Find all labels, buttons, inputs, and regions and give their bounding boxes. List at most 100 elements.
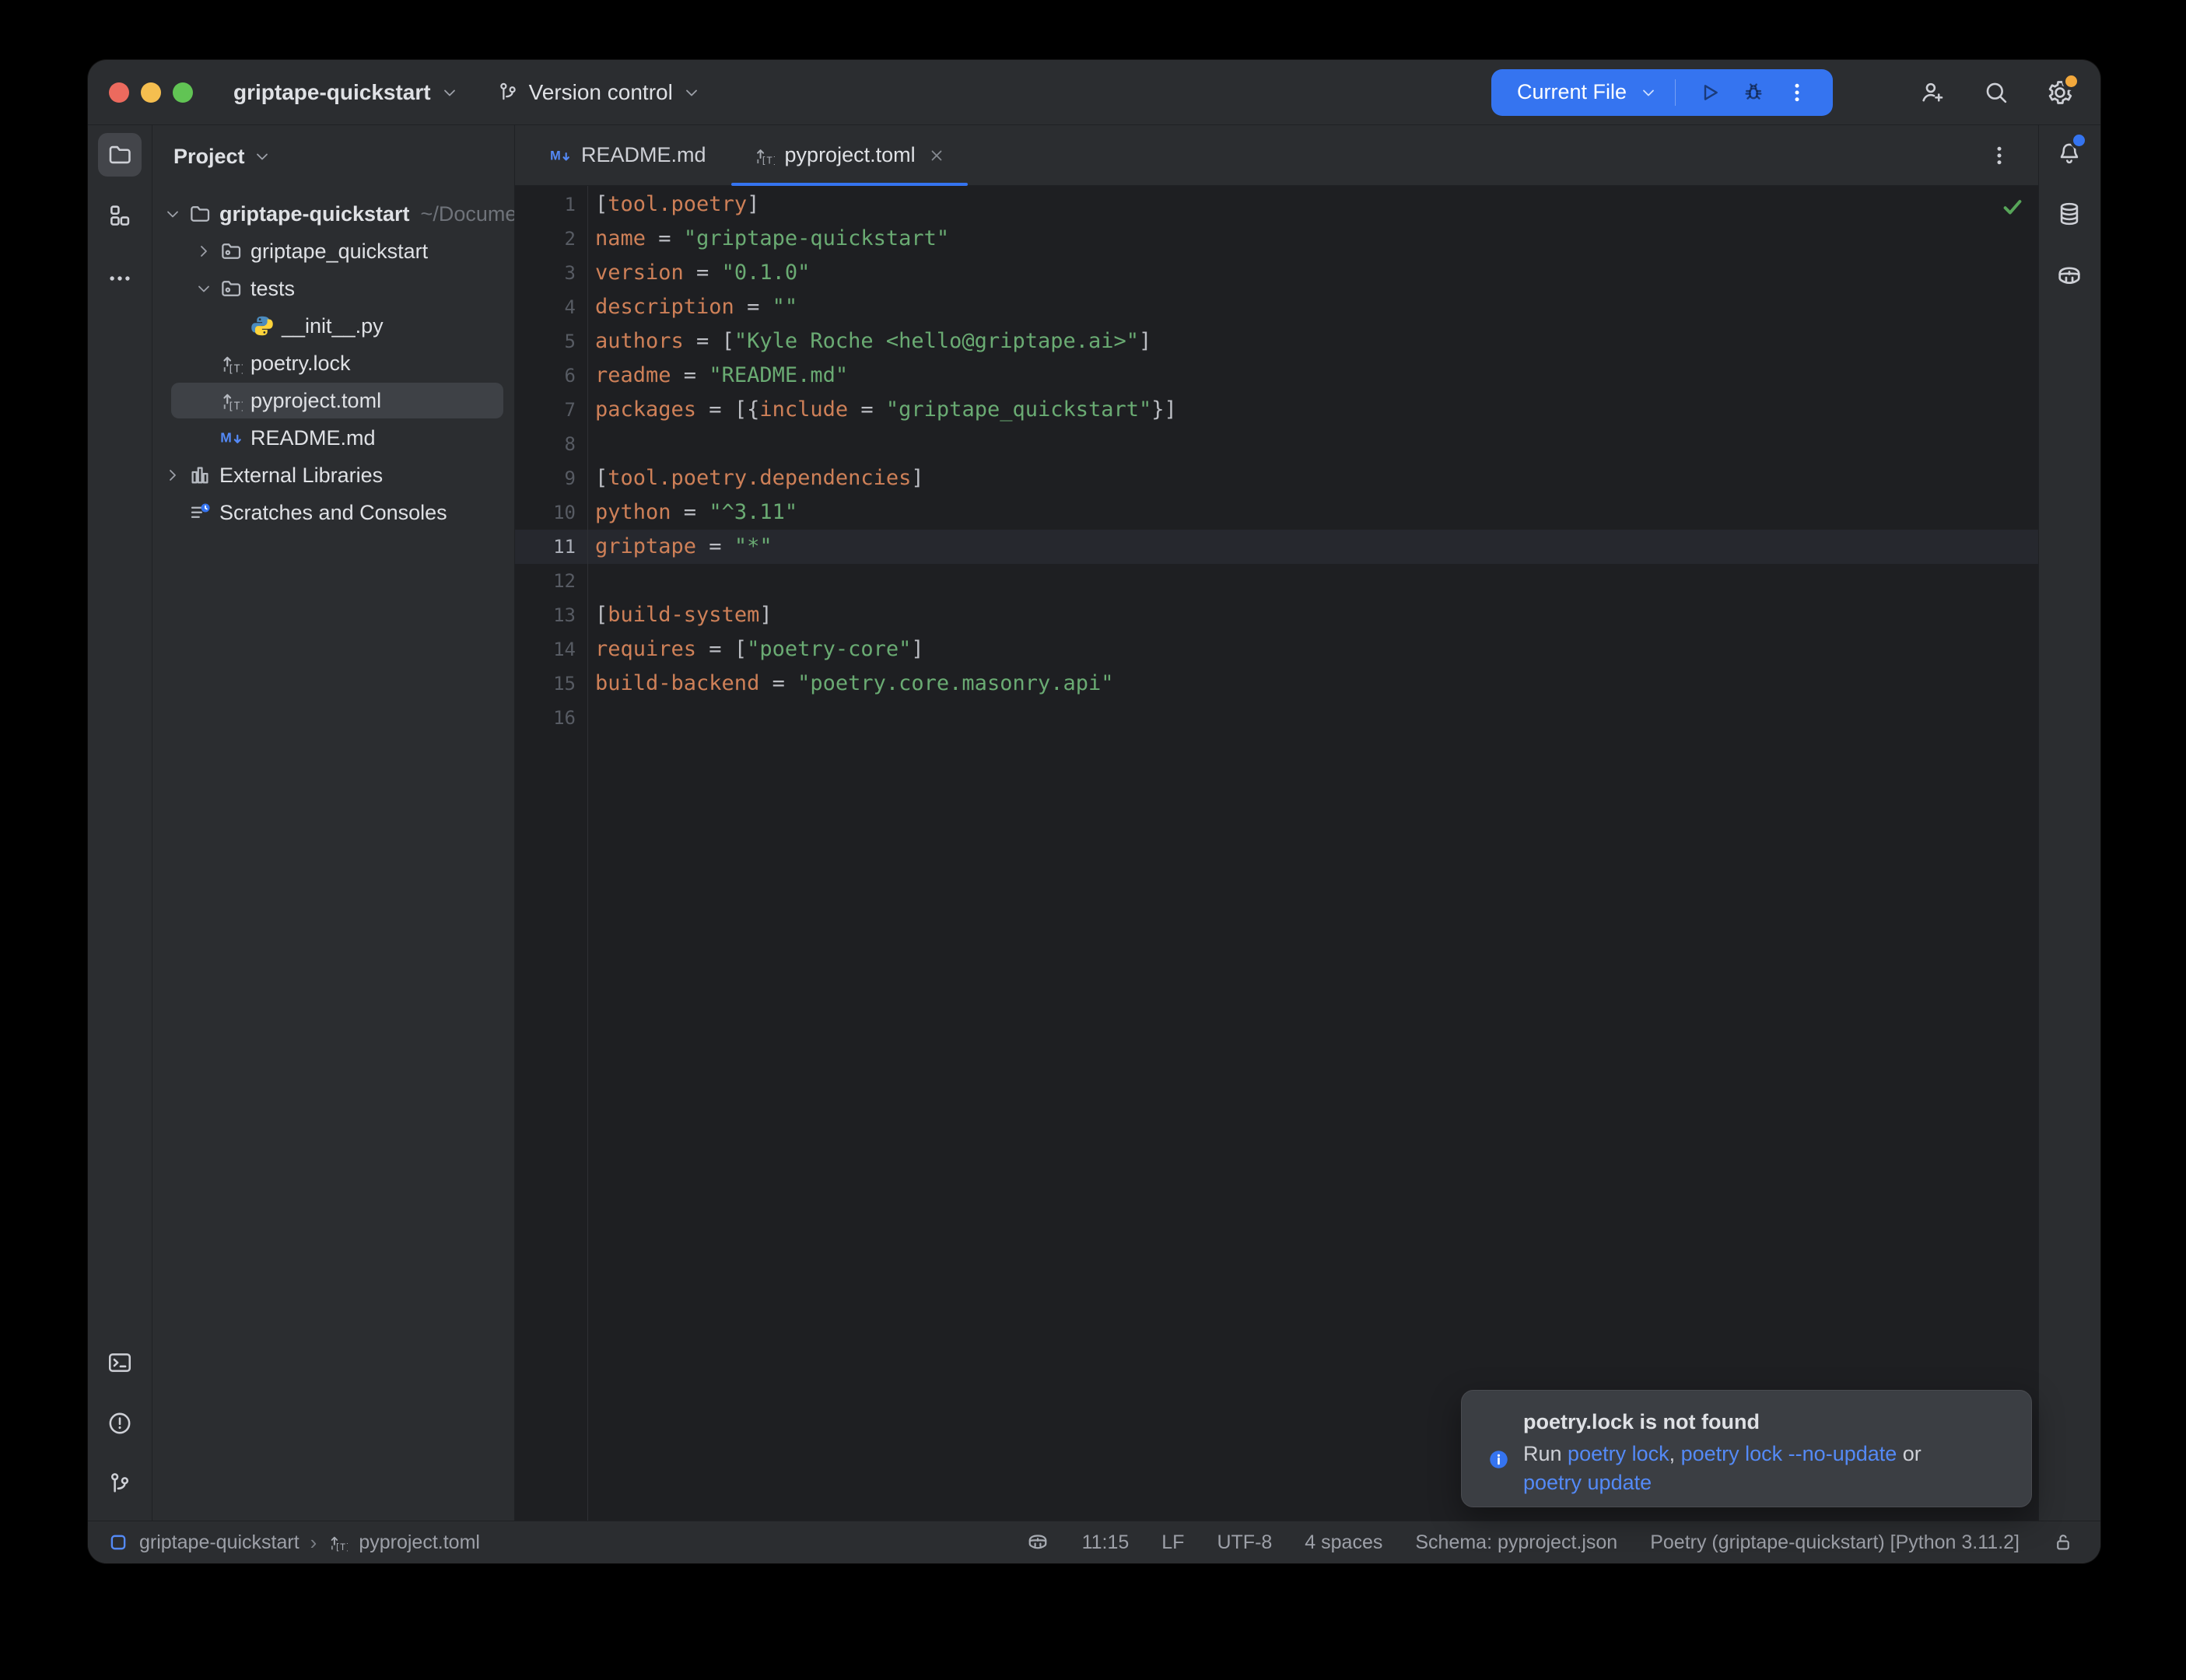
info-icon (1488, 1412, 1509, 1507)
zoom-window-button[interactable] (173, 82, 193, 103)
folder-src-icon (219, 277, 243, 300)
tree-right-chevron[interactable] (163, 466, 188, 485)
copilot-status-icon[interactable] (1026, 1531, 1049, 1554)
debug-button[interactable] (1732, 71, 1775, 114)
tree-item--init-py[interactable]: __init__.py (152, 307, 514, 345)
code-line-2[interactable]: 2name = "griptape-quickstart" (515, 222, 2038, 256)
problems-toolwindow-button[interactable] (98, 1402, 142, 1445)
code-line-4[interactable]: 4description = "" (515, 290, 2038, 324)
editor-tab-readme-md[interactable]: MREADME.md (526, 125, 730, 185)
structure-toolwindow-button[interactable] (98, 194, 142, 237)
tab-options-button[interactable] (1982, 138, 2016, 173)
tree-down-chevron[interactable] (194, 279, 219, 298)
project-toolwindow-button[interactable] (98, 133, 142, 177)
code-line-10[interactable]: 10python = "^3.11" (515, 495, 2038, 530)
settings-button[interactable] (2038, 71, 2082, 114)
status-item-lf[interactable]: LF (1161, 1531, 1184, 1554)
code-line-16[interactable]: 16 (515, 701, 2038, 735)
tree-item-label: pyproject.toml (250, 389, 381, 413)
code-line-12[interactable]: 12 (515, 564, 2038, 598)
project-switcher[interactable]: griptape-quickstart (221, 71, 471, 114)
code-text: griptape = "*" (576, 530, 772, 564)
notification-link[interactable]: poetry update (1523, 1471, 1652, 1494)
status-bar: griptape-quickstart›[T]pyproject.toml 11… (88, 1521, 2100, 1563)
run-button[interactable] (1688, 71, 1732, 114)
tree-item-griptape-quickstart[interactable]: griptape_quickstart (152, 233, 514, 270)
close-window-button[interactable] (109, 82, 129, 103)
project-name: griptape-quickstart (233, 80, 431, 105)
folder-icon (188, 202, 212, 226)
status-item-schema-pyproject-json[interactable]: Schema: pyproject.json (1415, 1531, 1617, 1554)
code-line-13[interactable]: 13[build-system] (515, 598, 2038, 632)
close-tab-button[interactable] (927, 146, 946, 165)
code-line-3[interactable]: 3version = "0.1.0" (515, 256, 2038, 290)
line-number: 8 (515, 427, 576, 461)
minimize-window-button[interactable] (141, 82, 161, 103)
code-line-15[interactable]: 15build-backend = "poetry.core.masonry.a… (515, 667, 2038, 701)
search-everywhere-button[interactable] (1974, 71, 2018, 114)
database-toolwindow-button[interactable] (2048, 192, 2091, 236)
notifications-button[interactable] (2048, 131, 2091, 175)
notification-popup[interactable]: poetry.lock is not found Run poetry lock… (1461, 1390, 2032, 1507)
tree-item-pyproject-toml[interactable]: [T] pyproject.toml (152, 382, 514, 419)
notification-content: poetry.lock is not found Run poetry lock… (1523, 1409, 1922, 1507)
project-panel-title: Project (173, 145, 245, 169)
notification-link[interactable]: poetry lock (1568, 1442, 1669, 1465)
status-widgets: 11:15 LF UTF-8 4 spaces Schema: pyproject.js… (1026, 1531, 2100, 1554)
project-panel-header[interactable]: Project (173, 138, 271, 175)
status-item-poetry-griptape-quickstart-pyt[interactable]: Poetry (griptape-quickstart) [Python 3.1… (1650, 1531, 2020, 1554)
code-line-7[interactable]: 7packages = [{include = "griptape_quicks… (515, 393, 2038, 427)
editor[interactable]: 1[tool.poetry]2name = "griptape-quicksta… (515, 186, 2038, 1521)
notification-badge (2073, 135, 2085, 146)
code-line-1[interactable]: 1[tool.poetry] (515, 187, 2038, 222)
code-line-11[interactable]: 11griptape = "*" (515, 530, 2038, 564)
more-run-options-button[interactable] (1775, 71, 1819, 114)
inspections-ok-icon[interactable] (2001, 195, 2024, 219)
status-item-utf-8[interactable]: UTF-8 (1217, 1531, 1272, 1554)
editor-tab-pyproject-toml[interactable]: [T]pyproject.toml (730, 125, 969, 185)
tree-right-chevron[interactable] (194, 242, 219, 261)
code-line-14[interactable]: 14requires = ["poetry-core"] (515, 632, 2038, 667)
breadcrumb-item[interactable]: griptape-quickstart (139, 1531, 300, 1554)
chevron-down-icon (682, 83, 701, 102)
code-line-9[interactable]: 9[tool.poetry.dependencies] (515, 461, 2038, 495)
tree-item-label: Scratches and Consoles (219, 501, 447, 525)
vcs-toolwindow-button[interactable] (98, 1462, 142, 1506)
ai-assistant-button[interactable] (2048, 254, 2091, 298)
terminal-toolwindow-button[interactable] (98, 1341, 142, 1384)
code-with-me-button[interactable] (1911, 71, 1954, 114)
notification-link[interactable]: poetry lock --no-update (1681, 1442, 1897, 1465)
code-text: [tool.poetry.dependencies] (576, 461, 924, 495)
breadcrumb-item[interactable]: pyproject.toml (359, 1531, 480, 1554)
vcs-widget[interactable]: Version control (484, 71, 713, 114)
toml-icon: [T] (753, 145, 775, 166)
line-number: 4 (515, 290, 576, 324)
status-item-4-spaces[interactable]: 4 spaces (1305, 1531, 1382, 1554)
run-config-selector[interactable]: Current File (1517, 80, 1627, 104)
tree-down-chevron[interactable] (163, 205, 188, 223)
problems-icon (107, 1410, 133, 1437)
line-number: 13 (515, 598, 576, 632)
left-toolwindow-bar (88, 125, 152, 1521)
folder-icon (107, 142, 133, 168)
tree-item-scratches-and-consoles[interactable]: Scratches and Consoles (152, 494, 514, 531)
code-line-8[interactable]: 8 (515, 427, 2038, 461)
code-line-6[interactable]: 6readme = "README.md" (515, 359, 2038, 393)
line-number: 15 (515, 667, 576, 701)
more-toolwindows-button[interactable] (98, 257, 142, 300)
toml-icon: [T] (219, 389, 243, 412)
unlock-icon[interactable] (2052, 1531, 2074, 1553)
tree-item-poetry-lock[interactable]: [T]poetry.lock (152, 345, 514, 382)
tree-item-griptape-quickstart[interactable]: griptape-quickstart~/Docume (152, 195, 514, 233)
notification-title: poetry.lock is not found (1523, 1409, 1922, 1435)
tree-item-label: griptape-quickstart (219, 202, 410, 226)
status-item-11-15[interactable]: 11:15 (1082, 1531, 1130, 1554)
more-dots-icon (107, 265, 133, 292)
tree-item-readme-md[interactable]: MREADME.md (152, 419, 514, 457)
code-line-5[interactable]: 5authors = ["Kyle Roche <hello@griptape.… (515, 324, 2038, 359)
tree-item-tests[interactable]: tests (152, 270, 514, 307)
editor-tabbar: MREADME.md[T]pyproject.toml (515, 125, 2038, 186)
code-text (576, 564, 595, 598)
editor-column: MREADME.md[T]pyproject.toml 1[tool.poetr… (515, 125, 2038, 1521)
tree-item-external-libraries[interactable]: External Libraries (152, 457, 514, 494)
